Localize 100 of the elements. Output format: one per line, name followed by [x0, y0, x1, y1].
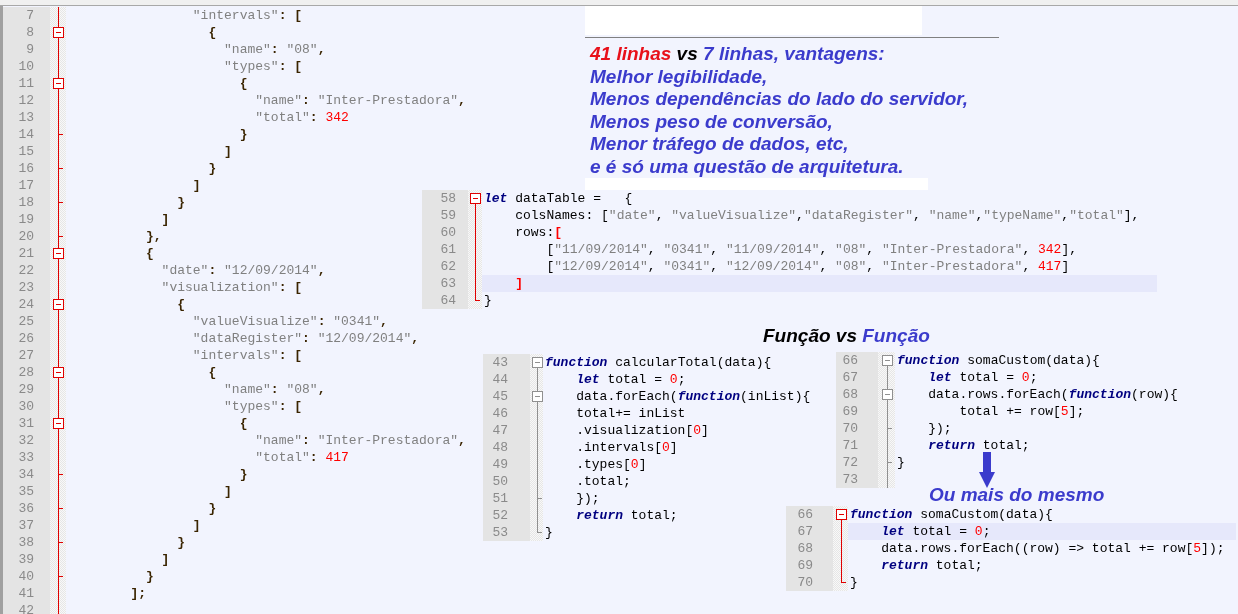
line-number: 16: [3, 160, 50, 177]
note-line: Menos dependências do lado do servidor,: [590, 88, 968, 111]
line-number: 63: [422, 275, 468, 292]
line-number: 64: [422, 292, 468, 309]
collapse-icon[interactable]: [531, 391, 543, 402]
line-number: 42: [3, 602, 50, 614]
collapse-icon[interactable]: [53, 27, 64, 38]
note-line: Menos peso de conversão,: [590, 110, 833, 133]
code-line: .visualization[0]: [575, 422, 709, 439]
line-number: 14: [3, 126, 50, 143]
collapse-icon[interactable]: [53, 418, 64, 429]
note-line: Menor tráfego de dados, etc,: [590, 133, 849, 156]
code-line: "total": 342: [254, 109, 349, 126]
line-number: 67: [836, 369, 878, 386]
collapse-icon[interactable]: [881, 389, 893, 400]
code-line: ]: [223, 143, 232, 160]
code-line: "types": [: [223, 398, 303, 415]
code-line: ];: [129, 585, 146, 602]
comparison-title: Função vs Função: [763, 325, 930, 347]
line-number: 73: [836, 471, 878, 488]
code-line: function calcularTotal(data){: [544, 354, 772, 371]
line-number: 39: [3, 551, 50, 568]
code-line: data.rows.forEach(function(row){: [927, 386, 1178, 403]
code-line: return total;: [575, 507, 678, 524]
line-number: 13: [3, 109, 50, 126]
line-number: 26: [3, 330, 50, 347]
line-number: 61: [422, 241, 468, 258]
code-line: ]: [223, 483, 232, 500]
line-number: 8: [3, 24, 50, 41]
line-number: 71: [836, 437, 878, 454]
line-number: 29: [3, 381, 50, 398]
code-line: }: [238, 466, 248, 483]
collapse-icon[interactable]: [881, 355, 893, 366]
line-number: 28: [3, 364, 50, 381]
line-number: 18: [3, 194, 50, 211]
line-number: 53: [483, 524, 530, 541]
line-number: 15: [3, 143, 50, 160]
collapse-icon[interactable]: [470, 193, 481, 204]
line-number: 33: [3, 449, 50, 466]
code-line: }: [145, 568, 154, 585]
collapse-icon[interactable]: [53, 299, 64, 310]
code-line: "visualization": [: [160, 279, 303, 296]
line-number: 11: [3, 75, 50, 92]
line-number: 34: [3, 466, 50, 483]
line-number: 31: [3, 415, 50, 432]
line-number: 27: [3, 347, 50, 364]
line-number: 36: [3, 500, 50, 517]
code-line: function somaCustom(data){: [849, 506, 1053, 523]
down-arrow-icon: [979, 452, 995, 488]
code-line: let dataTable = {: [483, 190, 633, 207]
line-number: 68: [836, 386, 878, 403]
code-line: }: [238, 126, 248, 143]
line-number: 37: [3, 517, 50, 534]
line-number: 19: [3, 211, 50, 228]
code-line: }: [896, 454, 905, 471]
code-line: total += row[5];: [958, 403, 1085, 420]
code-line: "valueVisualize": "0341",: [191, 313, 388, 330]
line-number: 10: [3, 58, 50, 75]
code-line: }: [176, 194, 186, 211]
line-number: 72: [836, 454, 878, 471]
code-line: ]: [160, 211, 170, 228]
code-line: ]: [160, 551, 170, 568]
code-line: ["12/09/2014", "0341", "12/09/2014", "08", "Inter-Prestadora", 417]: [545, 258, 1070, 275]
line-number: 66: [786, 506, 833, 523]
line-number: 45: [483, 388, 530, 405]
line-number: 32: [3, 432, 50, 449]
collapse-icon[interactable]: [835, 509, 847, 520]
line-number: 62: [422, 258, 468, 275]
code-line: ]: [191, 517, 201, 534]
line-number: 7: [3, 7, 50, 24]
collapse-icon[interactable]: [53, 367, 64, 378]
code-line: {: [176, 296, 186, 313]
line-number: 52: [483, 507, 530, 524]
line-number: 35: [3, 483, 50, 500]
line-number: 69: [836, 403, 878, 420]
collapse-icon[interactable]: [53, 78, 64, 89]
line-number: 38: [3, 534, 50, 551]
code-line: let total = 0;: [927, 369, 1038, 386]
code-line: return total;: [880, 557, 983, 574]
code-line: });: [575, 490, 600, 507]
note-line: e é só uma questão de arquitetura.: [590, 155, 904, 178]
code-line: "intervals": [: [191, 347, 303, 364]
line-number: 70: [836, 420, 878, 437]
code-line: "name": "Inter-Prestadora",: [254, 92, 466, 109]
code-line: "dataRegister": "12/09/2014",: [191, 330, 420, 347]
collapse-icon[interactable]: [53, 248, 64, 259]
line-number: 44: [483, 371, 530, 388]
code-line: "total": 417: [254, 449, 349, 466]
code-line: "name": "Inter-Prestadora",: [254, 432, 466, 449]
code-line: }: [207, 160, 217, 177]
collapse-icon[interactable]: [531, 357, 543, 368]
code-line: ]: [191, 177, 201, 194]
line-number: 59: [422, 207, 468, 224]
line-number: 67: [786, 523, 833, 540]
line-number: 24: [3, 296, 50, 313]
line-number: 69: [786, 557, 833, 574]
code-line: "types": [: [223, 58, 303, 75]
code-line: total+= inList: [575, 405, 686, 422]
line-number: 30: [3, 398, 50, 415]
code-line: },: [145, 228, 162, 245]
